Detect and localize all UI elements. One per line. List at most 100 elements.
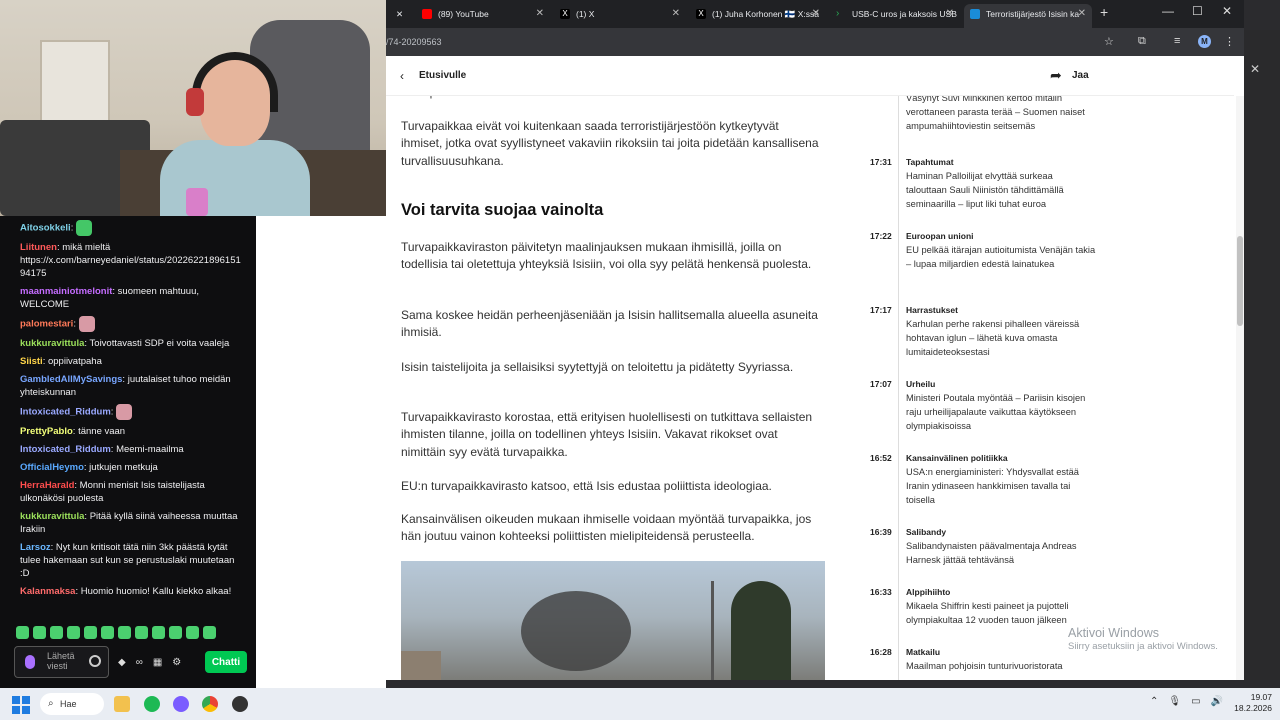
back-link[interactable]: Etusivulle [419, 70, 466, 81]
file-explorer-icon[interactable] [114, 696, 130, 712]
address-bar[interactable]: /74-20209563 ☆ ⧉ ≡ ⋮ [386, 28, 1244, 56]
chat-username[interactable]: PrettyPablo [20, 426, 73, 437]
store-icon[interactable]: ▦ [153, 656, 162, 669]
microphone-icon[interactable]: 🎙 [1168, 696, 1181, 707]
close-icon[interactable]: ✕ [672, 4, 680, 24]
chat-username[interactable]: kukkuravittula [20, 511, 84, 522]
chat-message: Liitunen: mikä mieltä https://x.com/barn… [20, 241, 246, 280]
emote-icon[interactable] [101, 626, 114, 639]
taskbar-clock[interactable]: 19.07 18.2.2026 [1228, 692, 1272, 714]
system-tray: ⌃ 🎙 ▭ 🔊 [1150, 696, 1223, 707]
close-icon[interactable]: ✕ [946, 4, 954, 24]
maximize-button[interactable]: ☐ [1192, 4, 1203, 18]
emote-icon[interactable] [118, 626, 131, 639]
emote-icon[interactable] [67, 626, 80, 639]
back-arrow-icon[interactable]: ‹ [400, 69, 404, 83]
chat-send-button[interactable]: Chatti [205, 651, 247, 673]
tab-close-first[interactable]: ✕ [390, 4, 412, 28]
share-button[interactable]: Jaa [1072, 70, 1089, 81]
chat-username[interactable]: Intoxicated_Riddum [20, 407, 111, 418]
bits-icon[interactable]: ◆ [118, 656, 126, 669]
chat-username[interactable]: kukkuravittula [20, 338, 84, 349]
obs-icon[interactable] [232, 696, 248, 712]
chat-message: HerraHarald: Monni menisit Isis taisteli… [20, 479, 246, 505]
feed-title[interactable]: USA:n energiaministeri: Yhdysvallat estä… [906, 466, 1096, 507]
star-icon[interactable]: ☆ [1104, 35, 1114, 48]
feed-title[interactable]: Mikaela Shiffrin kesti paineet ja pujott… [906, 600, 1096, 628]
windows-start-icon[interactable] [12, 696, 30, 714]
chat-username[interactable]: Liitunen [20, 242, 57, 253]
chat-username[interactable]: Siisti [20, 356, 43, 367]
feed-title[interactable]: Haminan Palloilijat elvyttää surkeaa tal… [906, 170, 1096, 211]
chat-username[interactable]: palomestari [20, 319, 73, 330]
volume-icon[interactable]: 🔊 [1211, 696, 1223, 707]
chat-username[interactable]: HerraHarald [20, 480, 74, 491]
emote-icon[interactable] [33, 626, 46, 639]
spotify-icon[interactable] [144, 696, 160, 712]
tab-youtube[interactable]: (89) YouTube ✕ [416, 4, 550, 28]
chat-message: Larsoz: Nyt kun kritisoit tätä niin 3kk … [20, 541, 246, 580]
extensions-icon[interactable]: ⧉ [1138, 35, 1146, 48]
infinity-icon[interactable]: ∞ [136, 656, 143, 669]
gear-icon[interactable]: ⚙ [172, 656, 181, 669]
chat-username[interactable]: Larsoz [20, 542, 51, 553]
feed-time: 17:17 [870, 305, 892, 315]
chat-tools: ◆ ∞ ▦ ⚙ [118, 656, 181, 669]
scrollbar-thumb[interactable] [1237, 236, 1243, 326]
chat-username[interactable]: maanmainiotmelonit [20, 286, 112, 297]
feed-title[interactable]: Ministeri Poutala myöntää – Pariisin kis… [906, 392, 1096, 433]
emoji-icon[interactable] [89, 655, 101, 667]
tab-usb[interactable]: › USB-C uros ja kaksois USB ✕ [830, 4, 960, 28]
url-text[interactable]: /74-20209563 [386, 37, 442, 47]
emote-icon[interactable] [16, 626, 29, 639]
close-icon[interactable]: ✕ [1078, 4, 1086, 24]
chat-username[interactable]: Aitosokkeli [20, 223, 71, 234]
chat-message: OfficialHeymo: jutkujen metkuja [20, 461, 246, 474]
close-window-button[interactable]: ✕ [1222, 4, 1232, 18]
scrollbar[interactable] [1236, 96, 1244, 680]
emote-icon[interactable] [169, 626, 182, 639]
tab-x[interactable]: X (1) X ✕ [554, 4, 686, 28]
feed-title[interactable]: EU pelkää itärajan autioitumista Venäjän… [906, 244, 1096, 272]
article-subheading: Voi tarvita suojaa vainolta [401, 201, 604, 219]
taskbar-search[interactable]: ⌕ Hae [40, 693, 104, 715]
chrome-icon[interactable] [202, 696, 218, 712]
chat-username[interactable]: Intoxicated_Riddum [20, 444, 111, 455]
new-tab-button[interactable]: + [1100, 4, 1108, 20]
media-icon[interactable]: ≡ [1174, 35, 1180, 47]
emote-bar[interactable] [16, 626, 216, 642]
minimize-button[interactable]: — [1162, 4, 1174, 18]
feed-time: 16:33 [870, 587, 892, 597]
share-icon[interactable]: ➦ [1050, 67, 1062, 84]
browser-window: ✕ (89) YouTube ✕ X (1) X ✕ X (1) Juha Ko… [386, 0, 1244, 680]
chat-username[interactable]: Kalanmaksa [20, 586, 75, 597]
microphone-icon[interactable] [25, 655, 35, 669]
watermark-title: Aktivoi Windows [1068, 626, 1159, 640]
emote-icon[interactable] [203, 626, 216, 639]
feed-title[interactable]: Salibandynaisten päävalmentaja Andreas H… [906, 540, 1096, 568]
close-icon[interactable]: ✕ [536, 4, 544, 24]
chat-username[interactable]: OfficialHeymo [20, 462, 84, 473]
tab-x-profile[interactable]: X (1) Juha Korhonen 🇫🇮 X:ssä ✕ [690, 4, 826, 28]
tab-article[interactable]: Terroristijärjestö Isisin ka ✕ [964, 4, 1092, 28]
chat-message: GambledAllMySavings: juutalaiset tuhoo m… [20, 373, 246, 399]
feed-item-title[interactable]: Väsynyt Suvi Minkkinen kertoo mitalin ve… [906, 92, 1096, 133]
emote-icon[interactable] [50, 626, 63, 639]
emote-icon[interactable] [186, 626, 199, 639]
chat-input[interactable]: Lähetä viesti [14, 646, 109, 678]
close-icon[interactable]: ✕ [812, 4, 820, 24]
chat-message-list[interactable]: Aitosokkeli: Liitunen: mikä mieltä https… [14, 216, 246, 616]
menu-icon[interactable]: ⋮ [1224, 35, 1235, 48]
close-icon[interactable]: ✕ [1250, 62, 1260, 76]
chevron-up-icon[interactable]: ⌃ [1150, 696, 1158, 707]
emote-icon[interactable] [152, 626, 165, 639]
profile-avatar[interactable]: M [1198, 35, 1211, 48]
emote-icon[interactable] [84, 626, 97, 639]
feed-title[interactable]: Karhulan perhe rakensi pihalleen väreiss… [906, 318, 1096, 359]
monitor-icon[interactable]: ▭ [1191, 696, 1200, 707]
feed-title[interactable]: Maailman pohjoisin tunturivuoristorata [906, 660, 1096, 674]
chat-username[interactable]: GambledAllMySavings [20, 374, 122, 385]
emote-icon[interactable] [135, 626, 148, 639]
side-window: ✕ [1244, 30, 1280, 680]
discord-icon[interactable] [173, 696, 189, 712]
